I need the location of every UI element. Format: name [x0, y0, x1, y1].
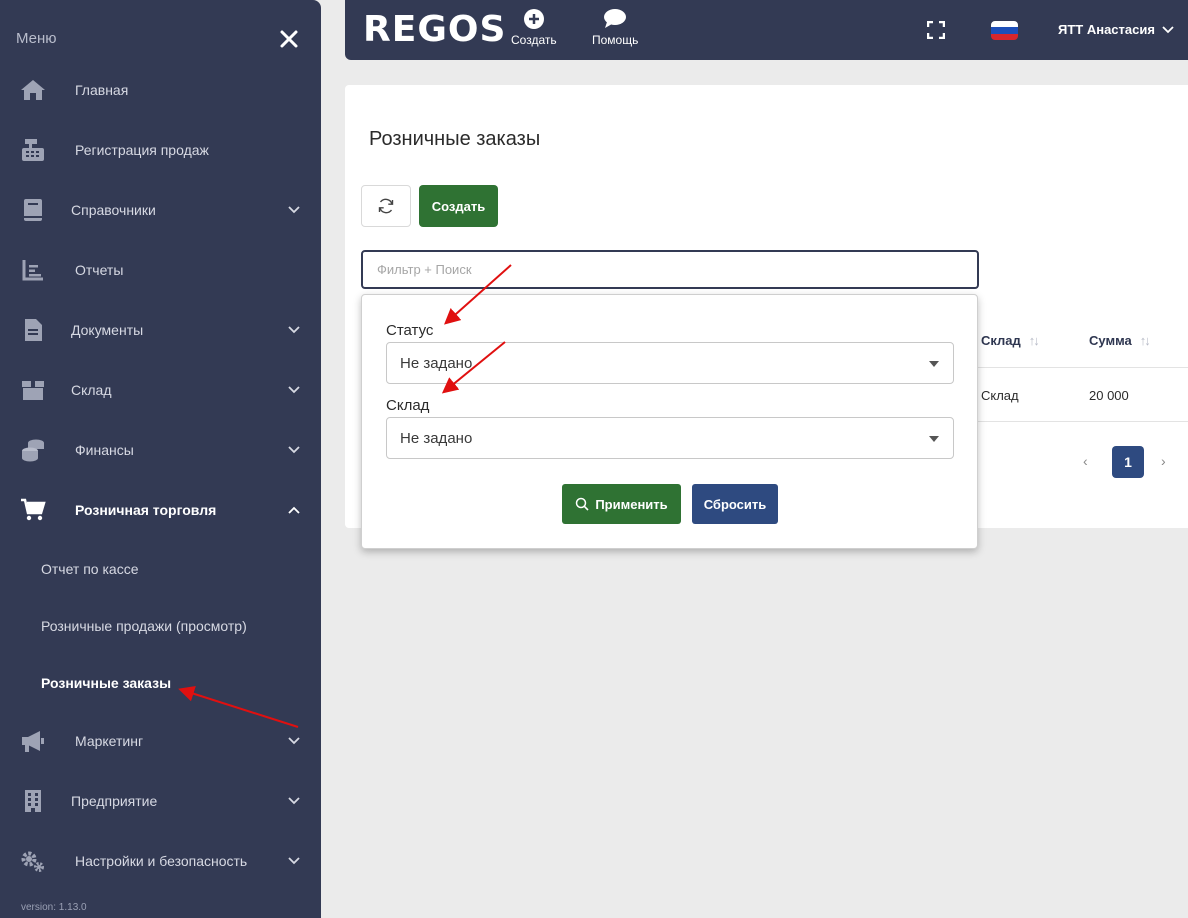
pagination-next[interactable]: › — [1161, 453, 1166, 469]
sort-icon: ↑↓ — [1028, 333, 1040, 348]
status-label: Статус — [386, 322, 434, 339]
version-label: version: 1.13.0 — [21, 902, 87, 913]
chart-icon — [19, 256, 47, 284]
plus-circle-icon — [523, 9, 544, 29]
caret-down-icon — [929, 436, 939, 442]
sidebar-item-retail[interactable]: Розничная торговля — [0, 490, 321, 530]
chevron-down-icon — [1162, 25, 1174, 33]
page-title: Розничные заказы — [369, 128, 541, 150]
table-cell-warehouse: Склад — [981, 388, 1019, 403]
document-icon — [19, 316, 47, 344]
russia-flag-icon[interactable] — [991, 21, 1018, 40]
sidebar-subitem-retail-orders[interactable]: Розничные заказы — [41, 675, 171, 691]
sidebar-item-label: Справочники — [71, 202, 156, 218]
sidebar-item-documents[interactable]: Документы — [0, 310, 321, 350]
sidebar: Меню Главная Регистрация продаж Справочн… — [0, 0, 321, 918]
warehouse-label: Склад — [386, 397, 430, 414]
sidebar-title: Меню — [16, 30, 57, 47]
sidebar-item-settings[interactable]: Настройки и безопасность — [0, 841, 321, 881]
sidebar-item-warehouse[interactable]: Склад — [0, 370, 321, 410]
book-icon — [19, 196, 47, 224]
chevron-down-icon — [288, 386, 300, 394]
create-button[interactable]: Создать — [419, 185, 498, 227]
chevron-down-icon — [288, 857, 300, 865]
sidebar-item-label: Документы — [71, 322, 144, 338]
apply-button-label: Применить — [595, 496, 668, 512]
warehouse-select[interactable]: Не задано — [386, 417, 954, 459]
sidebar-item-label: Регистрация продаж — [75, 142, 209, 158]
help-action-label: Помощь — [592, 33, 639, 47]
sidebar-item-label: Склад — [71, 382, 112, 398]
caret-down-icon — [929, 361, 939, 367]
cash-register-icon — [19, 136, 47, 164]
help-action[interactable]: Помощь — [592, 8, 638, 47]
sidebar-item-label: Главная — [75, 82, 129, 98]
create-action-label: Создать — [511, 33, 557, 47]
sidebar-item-sales-registration[interactable]: Регистрация продаж — [0, 130, 321, 170]
sidebar-subitem-retail-sales[interactable]: Розничные продажи (просмотр) — [41, 618, 247, 634]
sidebar-item-marketing[interactable]: Маркетинг — [0, 721, 321, 761]
search-input[interactable] — [361, 250, 979, 289]
search-icon — [576, 497, 589, 511]
user-name: ЯТТ Анастасия — [1058, 22, 1155, 37]
megaphone-icon — [19, 727, 47, 755]
sidebar-item-label: Настройки и безопасность — [75, 853, 248, 869]
sidebar-item-label: Маркетинг — [75, 733, 144, 749]
chevron-up-icon — [288, 506, 300, 514]
refresh-icon — [378, 198, 394, 214]
sort-icon: ↑↓ — [1139, 333, 1151, 348]
sidebar-item-enterprise[interactable]: Предприятие — [0, 781, 321, 821]
user-menu[interactable]: ЯТТ Анастасия — [1058, 22, 1175, 37]
column-header-label: Склад — [981, 333, 1021, 348]
sidebar-item-label: Предприятие — [71, 793, 158, 809]
sidebar-item-label: Финансы — [75, 442, 134, 458]
create-action[interactable]: Создать — [511, 8, 557, 47]
logo[interactable]: REGOS — [363, 9, 506, 50]
sidebar-item-home[interactable]: Главная — [0, 70, 321, 110]
sidebar-item-references[interactable]: Справочники — [0, 190, 321, 230]
shopping-cart-icon — [19, 496, 47, 524]
coins-icon — [19, 436, 47, 464]
filter-popup: Статус Не задано Склад Не задано Примени… — [361, 294, 978, 549]
top-bar: REGOS Создать Помощь ЯТТ Анастасия — [345, 0, 1188, 60]
fullscreen-icon[interactable] — [927, 21, 945, 39]
warehouse-select-value: Не задано — [400, 430, 473, 447]
reset-button[interactable]: Сбросить — [692, 484, 778, 524]
chevron-down-icon — [288, 737, 300, 745]
home-icon — [19, 76, 47, 104]
table-divider — [978, 367, 1188, 368]
chevron-down-icon — [288, 206, 300, 214]
apply-button[interactable]: Применить — [562, 484, 681, 524]
building-icon — [19, 787, 47, 815]
pagination-prev[interactable]: ‹ — [1083, 453, 1088, 469]
sidebar-item-label: Розничная торговля — [75, 502, 217, 518]
table-divider — [978, 421, 1188, 422]
column-header-label: Сумма — [1089, 333, 1132, 348]
status-select[interactable]: Не задано — [386, 342, 954, 384]
refresh-button[interactable] — [361, 185, 411, 227]
chevron-down-icon — [288, 797, 300, 805]
status-select-value: Не задано — [400, 355, 473, 372]
close-icon[interactable] — [278, 28, 300, 50]
gears-icon — [19, 847, 47, 875]
sidebar-item-reports[interactable]: Отчеты — [0, 250, 321, 290]
chevron-down-icon — [288, 446, 300, 454]
column-header-sum[interactable]: Сумма ↑↓ — [1089, 333, 1151, 348]
sidebar-item-label: Отчеты — [75, 262, 124, 278]
box-icon — [19, 376, 47, 404]
chat-icon — [604, 9, 627, 28]
sidebar-subitem-cash-report[interactable]: Отчет по кассе — [41, 561, 138, 577]
table-cell-sum: 20 000 — [1089, 388, 1129, 403]
pagination-current[interactable]: 1 — [1112, 446, 1144, 478]
chevron-down-icon — [288, 326, 300, 334]
column-header-warehouse[interactable]: Склад ↑↓ — [981, 333, 1040, 348]
sidebar-item-finance[interactable]: Финансы — [0, 430, 321, 470]
